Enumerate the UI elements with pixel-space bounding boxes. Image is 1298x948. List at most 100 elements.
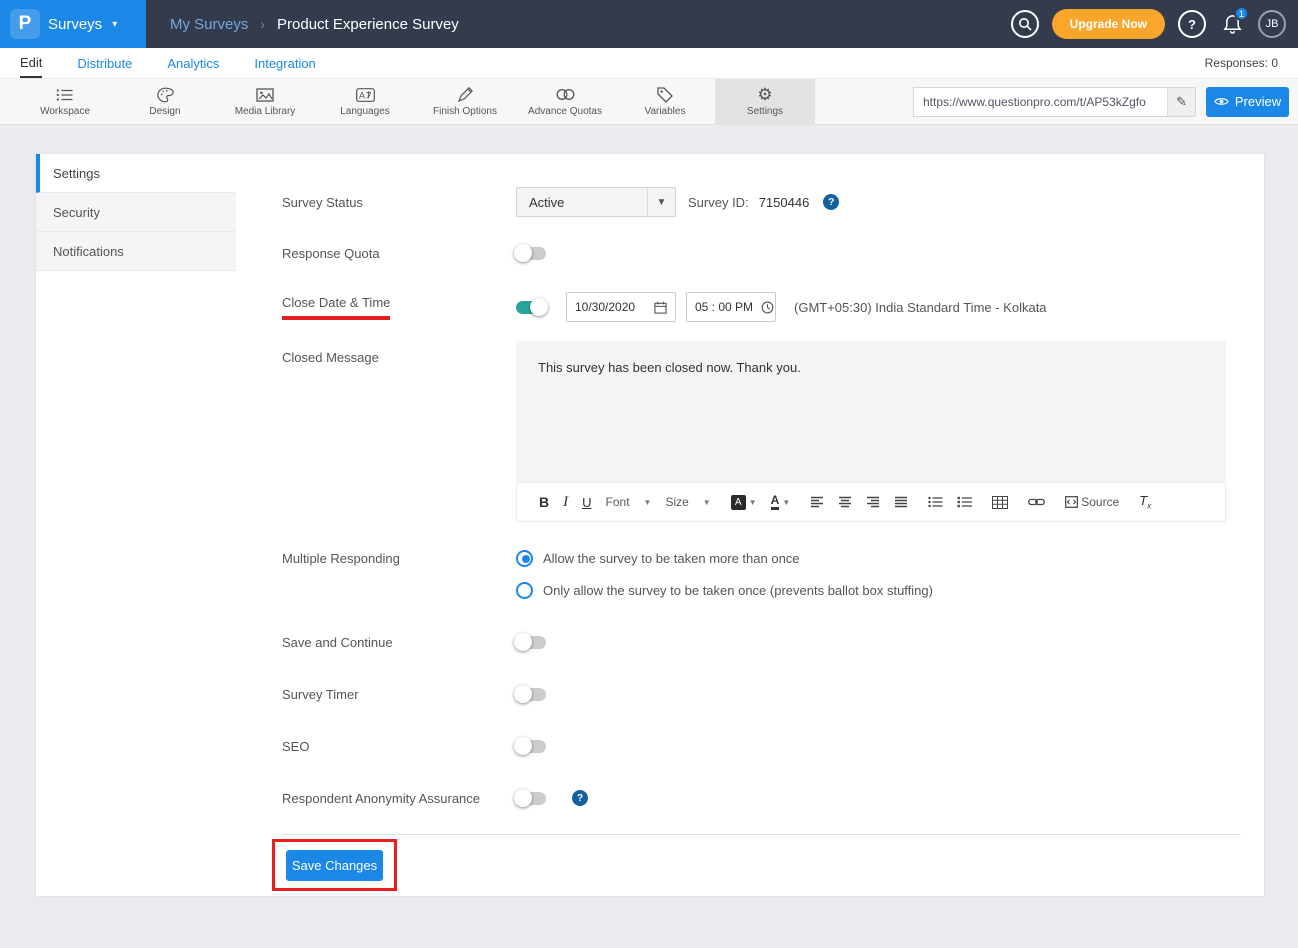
align-right-button[interactable]: [866, 496, 880, 508]
survey-timer-toggle[interactable]: [516, 688, 546, 701]
workspace-icon: [56, 86, 74, 103]
closed-message-editor: This survey has been closed now. Thank y…: [516, 341, 1226, 522]
clock-icon: [761, 301, 774, 314]
toolbar-item-label: Finish Options: [433, 106, 497, 117]
survey-status-select[interactable]: Active ▼: [516, 187, 676, 217]
multiple-responding-option-1: Allow the survey to be taken more than o…: [516, 547, 800, 569]
italic-button[interactable]: I: [563, 494, 568, 511]
settings-form: Survey Status Active ▼ Survey ID: 715044…: [282, 154, 1242, 898]
closed-message-label: Closed Message: [282, 341, 516, 365]
bold-icon: B: [539, 494, 549, 510]
background-color-button[interactable]: A▼: [731, 495, 757, 510]
toolbar-item-finish-options[interactable]: Finish Options: [415, 79, 515, 125]
size-dropdown[interactable]: Size▼: [665, 495, 710, 509]
toolbar-items: Workspace Design Media Library A Languag…: [15, 79, 815, 125]
eye-icon: [1214, 96, 1229, 107]
toolbar-item-label: Advance Quotas: [528, 106, 602, 117]
survey-id-help-icon[interactable]: ?: [823, 194, 839, 210]
search-icon: [1018, 17, 1032, 31]
user-avatar[interactable]: JB: [1258, 10, 1286, 38]
toggle-knob: [530, 298, 548, 316]
insert-table-button[interactable]: [992, 496, 1008, 509]
toolbar-item-languages[interactable]: A Languages: [315, 79, 415, 125]
bold-button[interactable]: B: [539, 494, 549, 510]
remove-format-button[interactable]: Tx: [1139, 493, 1151, 511]
anonymity-help-icon[interactable]: ?: [572, 790, 588, 806]
toolbar-item-design[interactable]: Design: [115, 79, 215, 125]
tab-integration[interactable]: Integration: [254, 48, 315, 78]
response-quota-label: Response Quota: [282, 246, 516, 261]
align-left-button[interactable]: [810, 496, 824, 508]
toolbar-item-variables[interactable]: Variables: [615, 79, 715, 125]
bullet-list-button[interactable]: [928, 496, 943, 508]
toolbar-item-label: Variables: [645, 106, 686, 117]
sidebar-item-notifications[interactable]: Notifications: [36, 232, 236, 271]
closed-message-textarea[interactable]: This survey has been closed now. Thank y…: [516, 341, 1226, 482]
toolbar-item-settings[interactable]: ⚙ Settings: [715, 79, 815, 125]
annotation-red-underline: Close Date & Time: [282, 295, 390, 320]
sidebar-item-security[interactable]: Security: [36, 193, 236, 232]
toolbar-item-workspace[interactable]: Workspace: [15, 79, 115, 125]
source-button[interactable]: Source: [1065, 495, 1119, 509]
survey-url-input[interactable]: [914, 88, 1167, 116]
toolbar-item-label: Languages: [340, 106, 390, 117]
toolbar-item-advance-quotas[interactable]: Advance Quotas: [515, 79, 615, 125]
source-code-icon: [1065, 496, 1078, 508]
notifications-button[interactable]: 1: [1219, 11, 1245, 37]
close-date-time-toggle[interactable]: [516, 301, 546, 314]
edit-url-button[interactable]: ✎: [1167, 88, 1195, 116]
survey-timer-row: Survey Timer: [282, 679, 1242, 709]
tab-edit[interactable]: Edit: [20, 48, 42, 78]
app-logo-menu[interactable]: P Surveys ▾: [0, 0, 146, 48]
close-date-input[interactable]: 10/30/2020: [566, 292, 676, 322]
questionpro-logo: P: [10, 9, 40, 39]
tab-distribute[interactable]: Distribute: [77, 48, 132, 78]
multiple-responding-option-2: Only allow the survey to be taken once (…: [516, 579, 933, 601]
search-button[interactable]: [1011, 10, 1039, 38]
upgrade-now-button[interactable]: Upgrade Now: [1052, 9, 1165, 39]
toolbar-item-label: Workspace: [40, 106, 90, 117]
anonymity-row: Respondent Anonymity Assurance ?: [282, 783, 1242, 813]
breadcrumb-my-surveys[interactable]: My Surveys: [170, 16, 248, 33]
breadcrumb: My Surveys › Product Experience Survey: [170, 16, 459, 33]
text-color-icon: A: [771, 494, 780, 510]
font-dropdown[interactable]: Font▼: [606, 495, 652, 509]
radio-allow-multiple[interactable]: [516, 550, 533, 567]
italic-icon: I: [563, 494, 568, 511]
form-divider: [282, 834, 1241, 835]
anonymity-toggle[interactable]: [516, 792, 546, 805]
help-button[interactable]: ?: [1178, 10, 1206, 38]
toolbar-item-media-library[interactable]: Media Library: [215, 79, 315, 125]
timezone-text: (GMT+05:30) India Standard Time - Kolkat…: [794, 300, 1047, 315]
underline-button[interactable]: U: [582, 495, 591, 510]
survey-status-row: Survey Status Active ▼ Survey ID: 715044…: [282, 187, 1242, 217]
chevron-down-icon: ▼: [749, 498, 757, 507]
close-time-input[interactable]: 05 : 00 PM: [686, 292, 776, 322]
responses-count: Responses: 0: [1205, 56, 1278, 70]
question-mark-icon: ?: [1188, 17, 1196, 32]
text-color-button[interactable]: A▼: [771, 494, 791, 510]
insert-link-button[interactable]: [1028, 497, 1045, 507]
seo-toggle[interactable]: [516, 740, 546, 753]
save-and-continue-toggle[interactable]: [516, 636, 546, 649]
breadcrumb-separator-icon: ›: [260, 16, 265, 32]
gear-icon: ⚙: [757, 86, 772, 103]
anonymity-label: Respondent Anonymity Assurance: [282, 791, 516, 806]
svg-text:A: A: [359, 90, 365, 100]
radio-allow-once[interactable]: [516, 582, 533, 599]
translate-icon: A: [356, 86, 375, 103]
numbered-list-icon: [957, 496, 972, 508]
align-justify-button[interactable]: [894, 496, 908, 508]
preview-button[interactable]: Preview: [1206, 87, 1289, 117]
save-changes-button[interactable]: Save Changes: [286, 850, 383, 881]
align-center-button[interactable]: [838, 496, 852, 508]
toolbar-item-label: Media Library: [235, 106, 296, 117]
response-quota-toggle[interactable]: [516, 247, 546, 260]
tab-analytics[interactable]: Analytics: [167, 48, 219, 78]
sidebar-item-settings[interactable]: Settings: [36, 154, 236, 193]
toggle-knob: [514, 633, 532, 651]
toolbar-item-label: Settings: [747, 106, 783, 117]
chevron-down-icon: ▾: [112, 19, 117, 30]
numbered-list-button[interactable]: [957, 496, 972, 508]
close-time-value: 05 : 00 PM: [695, 300, 753, 314]
